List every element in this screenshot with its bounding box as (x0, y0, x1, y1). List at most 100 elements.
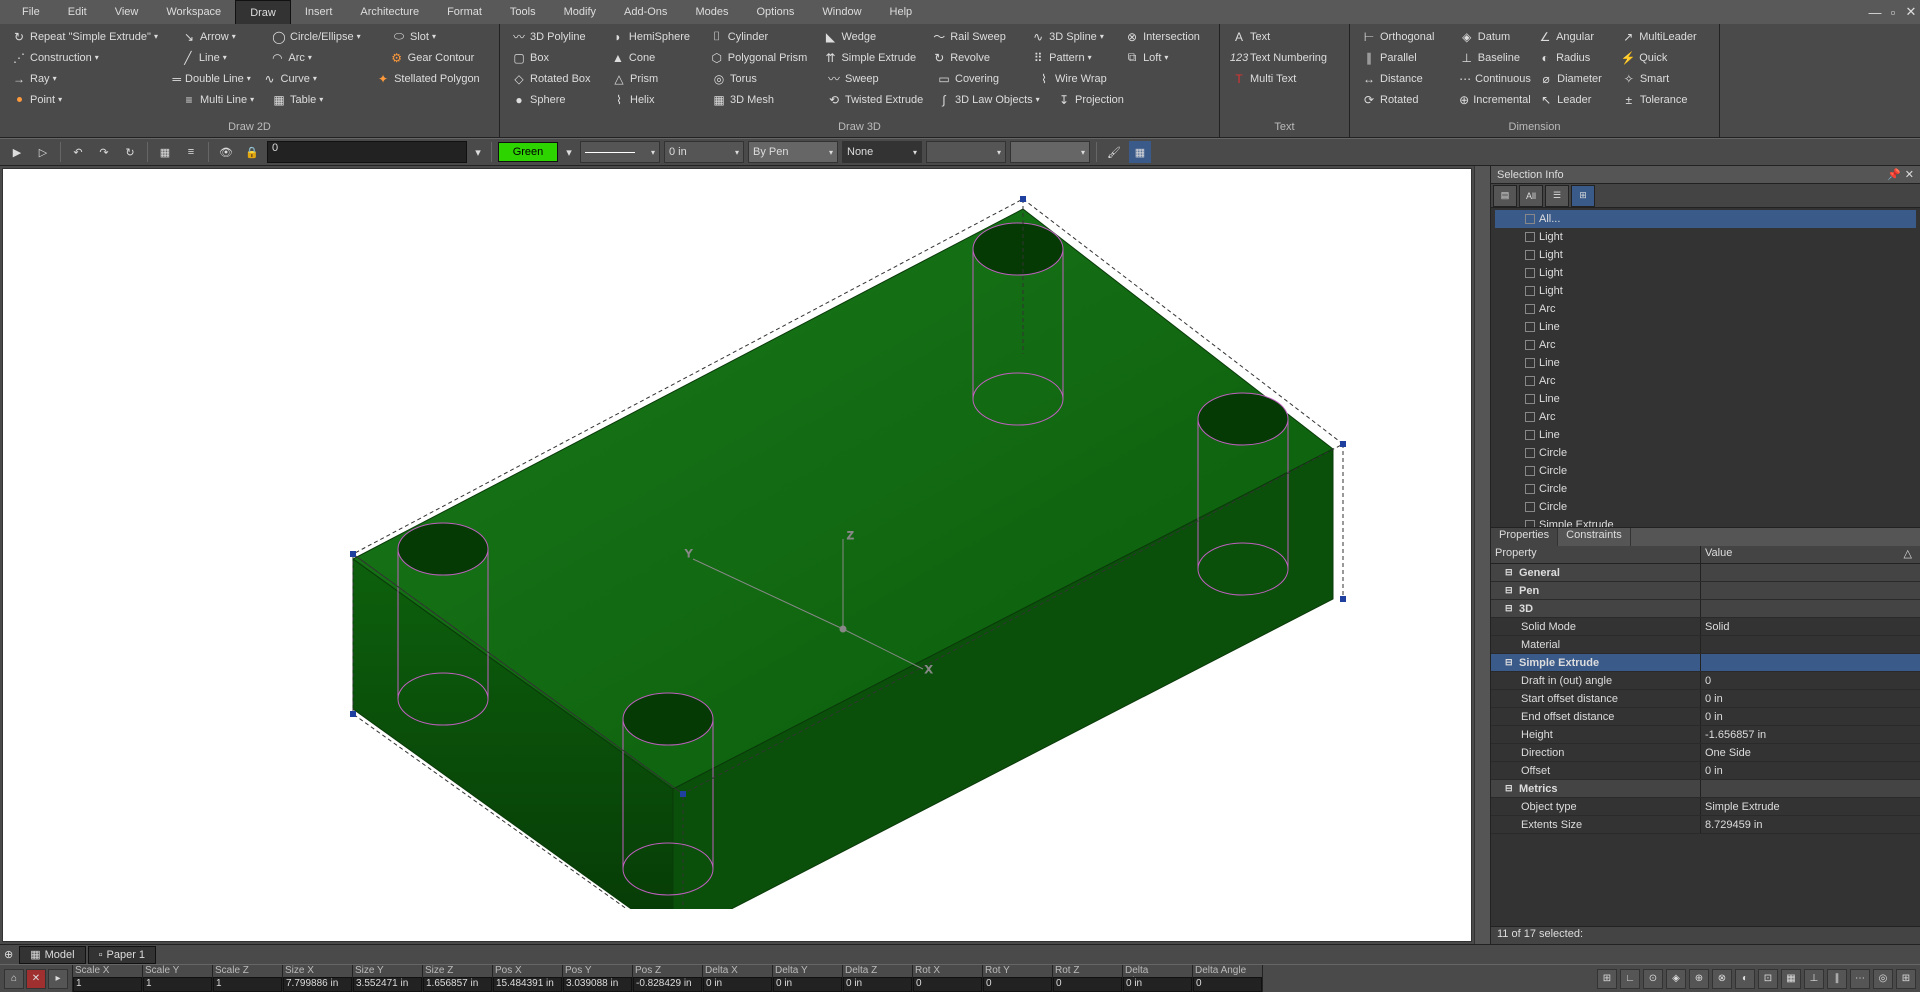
linetype-combo[interactable]: ▾ (580, 141, 660, 163)
grid-button[interactable]: ▦ (154, 141, 176, 163)
prop-row[interactable]: Extents Size8.729459 in (1491, 816, 1920, 834)
box-button[interactable]: ▢Box (506, 48, 605, 68)
status-field[interactable]: Pos X15.484391 in (493, 965, 563, 992)
sweep-button[interactable]: 〰Sweep (821, 69, 931, 89)
status-field[interactable]: Size X7.799886 in (283, 965, 353, 992)
status-field[interactable]: Rot Y0 (983, 965, 1053, 992)
menu-options[interactable]: Options (742, 0, 808, 24)
loft-button[interactable]: ⧉Loft▾ (1119, 48, 1213, 68)
color-swatch[interactable]: Green (498, 142, 558, 162)
snap-btn-11[interactable]: ∥ (1827, 969, 1847, 989)
snap-btn-7[interactable]: ◐ (1735, 969, 1755, 989)
prop-group-header[interactable]: ⊟Metrics (1491, 780, 1920, 798)
gear-contour-button[interactable]: ⚙Gear Contour (384, 48, 493, 68)
text-numbering-button[interactable]: 123Text Numbering (1226, 48, 1333, 68)
panel-pin-icon[interactable]: 📌 (1887, 168, 1901, 181)
incremental-button[interactable]: ⊕Incremental (1453, 90, 1533, 110)
hemisphere-button[interactable]: ◗HemiSphere (605, 27, 704, 47)
layers-button[interactable]: ≡ (180, 141, 202, 163)
status-field[interactable]: Pos Z-0.828429 in (633, 965, 703, 992)
smart-dim-button[interactable]: ✧Smart (1616, 69, 1713, 89)
orthogonal-button[interactable]: ⊢Orthogonal (1356, 27, 1454, 47)
redo-button[interactable]: ↷ (93, 141, 115, 163)
tree-item[interactable]: Arc (1495, 408, 1916, 426)
prop-row[interactable]: Solid ModeSolid (1491, 618, 1920, 636)
lineweight-combo[interactable]: 0 in▾ (664, 141, 744, 163)
wedge-button[interactable]: ◣Wedge (817, 27, 926, 47)
tree-item[interactable]: Line (1495, 318, 1916, 336)
tree-item[interactable]: Light (1495, 246, 1916, 264)
status-field[interactable]: Scale Y1 (143, 965, 213, 992)
3d-law-objects-button[interactable]: ∫3D Law Objects▾ (931, 90, 1051, 110)
status-field[interactable]: Delta Distance0 in (1123, 965, 1193, 992)
arrow-button[interactable]: ↘Arrow▾ (176, 27, 266, 47)
prop-row[interactable]: DirectionOne Side (1491, 744, 1920, 762)
sel-tree-btn[interactable]: ⊞ (1571, 185, 1595, 207)
baseline-button[interactable]: ⊥Baseline (1454, 48, 1532, 68)
quick-dim-button[interactable]: ⚡Quick (1615, 48, 1713, 68)
menu-view[interactable]: View (101, 0, 153, 24)
rail-sweep-button[interactable]: 〜Rail Sweep (926, 27, 1025, 47)
tree-item[interactable]: Circle (1495, 462, 1916, 480)
tree-item[interactable]: All... (1495, 210, 1916, 228)
material-tool[interactable]: ▦ (1129, 141, 1151, 163)
select-tool[interactable]: ▶ (6, 141, 28, 163)
panel-close-icon[interactable]: ✕ (1905, 168, 1914, 181)
brush-combo[interactable]: None▾ (842, 141, 922, 163)
status-field[interactable]: Delta Y0 in (773, 965, 843, 992)
arc-button[interactable]: ◠Arc▾ (264, 48, 383, 68)
undo-button[interactable]: ↶ (67, 141, 89, 163)
distance-button[interactable]: ↔Distance (1356, 69, 1453, 89)
snap-btn-3[interactable]: ⊙ (1643, 969, 1663, 989)
menu-modes[interactable]: Modes (681, 0, 742, 24)
status-field[interactable]: Size Y3.552471 in (353, 965, 423, 992)
menu-modify[interactable]: Modify (550, 0, 610, 24)
select-window-tool[interactable]: ▷ (32, 141, 54, 163)
status-field[interactable]: Rot X0 (913, 965, 983, 992)
status-field[interactable]: Pos Y3.039088 in (563, 965, 633, 992)
circle-ellipse-button[interactable]: ◯Circle/Ellipse▾ (266, 27, 386, 47)
status-field[interactable]: Delta Z0 in (843, 965, 913, 992)
cylinder-button[interactable]: ⌷Cylinder (704, 27, 818, 47)
prop-row[interactable]: Draft in (out) angle0 (1491, 672, 1920, 690)
sphere-button[interactable]: ●Sphere (506, 90, 606, 110)
tree-item[interactable]: Arc (1495, 300, 1916, 318)
minimize-button[interactable]: — (1866, 0, 1884, 24)
revolve-button[interactable]: ↻Revolve (926, 48, 1025, 68)
tab-expand-icon[interactable]: ⊕ (4, 948, 13, 961)
tab-model[interactable]: ▦ Model (19, 946, 85, 964)
restore-button[interactable]: ▫ (1884, 0, 1902, 24)
extra-combo-1[interactable]: ▾ (926, 141, 1006, 163)
tree-item[interactable]: Line (1495, 354, 1916, 372)
close-button[interactable]: ✕ (1902, 0, 1920, 24)
double-line-button[interactable]: ═Double Line▾ (167, 69, 257, 89)
menu-file[interactable]: File (8, 0, 54, 24)
angular-button[interactable]: ∠Angular (1532, 27, 1615, 47)
prop-row[interactable]: Material (1491, 636, 1920, 654)
tab-paper1[interactable]: ▫ Paper 1 (88, 946, 156, 964)
parallel-button[interactable]: ∥Parallel (1356, 48, 1454, 68)
pattern-button[interactable]: ⠿Pattern▾ (1025, 48, 1119, 68)
multi-line-button[interactable]: ≡Multi Line▾ (176, 90, 266, 110)
status-field[interactable]: Scale Z1 (213, 965, 283, 992)
eye-button[interactable]: 👁 (215, 141, 237, 163)
prism-button[interactable]: △Prism (606, 69, 706, 89)
snap-btn-9[interactable]: ▦ (1781, 969, 1801, 989)
tolerance-button[interactable]: ±Tolerance (1616, 90, 1713, 110)
tree-item[interactable]: Circle (1495, 444, 1916, 462)
line-button[interactable]: ╱Line▾ (175, 48, 264, 68)
helix-button[interactable]: ⌇Helix (606, 90, 706, 110)
brush-tool[interactable]: 🖌 (1103, 141, 1125, 163)
twisted-extrude-button[interactable]: ⟲Twisted Extrude (821, 90, 931, 110)
leader-button[interactable]: ↖Leader (1533, 90, 1616, 110)
layer-dropdown[interactable]: ▾ (471, 141, 485, 163)
tree-item[interactable]: Circle (1495, 480, 1916, 498)
status-field[interactable]: Scale X1 (73, 965, 143, 992)
status-field[interactable]: Delta X0 in (703, 965, 773, 992)
sel-highlight-btn[interactable]: ☰ (1545, 185, 1569, 207)
lock-button[interactable]: 🔒 (241, 141, 263, 163)
tree-item[interactable]: Arc (1495, 336, 1916, 354)
construction-button[interactable]: ⋰Construction▾ (6, 48, 175, 68)
selection-tree[interactable]: All...LightLightLightLightArcLineArcLine… (1491, 208, 1920, 528)
tab-properties[interactable]: Properties (1491, 528, 1558, 546)
